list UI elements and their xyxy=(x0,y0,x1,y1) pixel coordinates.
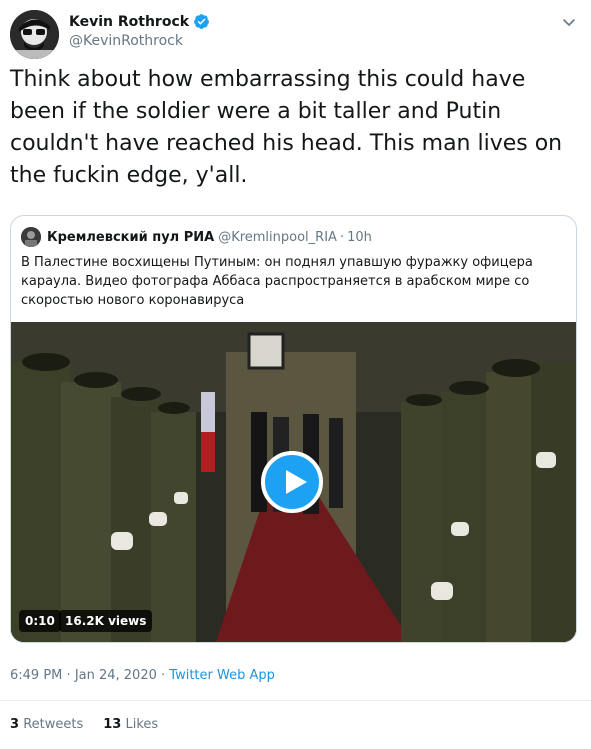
tweet-date[interactable]: Jan 24, 2020 xyxy=(75,668,157,683)
tweet-text: Think about how embarrassing this could … xyxy=(10,67,563,188)
play-button[interactable] xyxy=(261,451,323,513)
avatar[interactable] xyxy=(10,10,59,59)
quoted-tweet[interactable]: Кремлевский пул РИА @Kremlinpool_RIA · 1… xyxy=(10,215,577,643)
retweets-label: Retweets xyxy=(23,717,84,732)
quoted-tweet-header: Кремлевский пул РИА @Kremlinpool_RIA · 1… xyxy=(21,227,372,247)
tweet-metadata: 6:49 PM · Jan 24, 2020 · Twitter Web App xyxy=(10,668,275,683)
play-icon xyxy=(286,470,307,494)
video-views-badge: 16.2K views xyxy=(59,610,153,632)
quoted-tweet-text: В Палестине восхищены Путиным: он поднял… xyxy=(21,255,533,308)
quoted-avatar xyxy=(21,227,41,247)
tweet-source-link[interactable]: Twitter Web App xyxy=(169,668,275,683)
retweets-stat[interactable]: 3 Retweets xyxy=(10,717,83,732)
tweet-header: Kevin Rothrock @KevinRothrock xyxy=(10,8,581,59)
quoted-author-name: Кремлевский пул РИА xyxy=(47,229,215,245)
tweet-time[interactable]: 6:49 PM xyxy=(10,668,62,683)
quoted-separator: · xyxy=(339,229,345,245)
quoted-timestamp: 10h xyxy=(347,229,372,245)
tweet-stats: 3 Retweets 13 Likes xyxy=(10,717,178,732)
meta-separator: · xyxy=(66,668,71,683)
author-handle[interactable]: @KevinRothrock xyxy=(69,33,183,49)
meta-separator: · xyxy=(161,668,166,683)
divider xyxy=(0,700,591,701)
retweets-count: 3 xyxy=(10,717,20,732)
likes-stat[interactable]: 13 Likes xyxy=(103,717,158,732)
likes-count: 13 xyxy=(103,717,122,732)
chevron-down-icon[interactable] xyxy=(561,14,577,30)
video-player[interactable]: 0:10 16.2K views xyxy=(11,322,576,642)
verified-badge-icon xyxy=(194,14,209,29)
quoted-author-handle: @Kremlinpool_RIA xyxy=(218,229,337,245)
author-name[interactable]: Kevin Rothrock xyxy=(69,14,189,30)
video-duration-badge: 0:10 xyxy=(19,610,61,632)
likes-label: Likes xyxy=(125,717,159,732)
